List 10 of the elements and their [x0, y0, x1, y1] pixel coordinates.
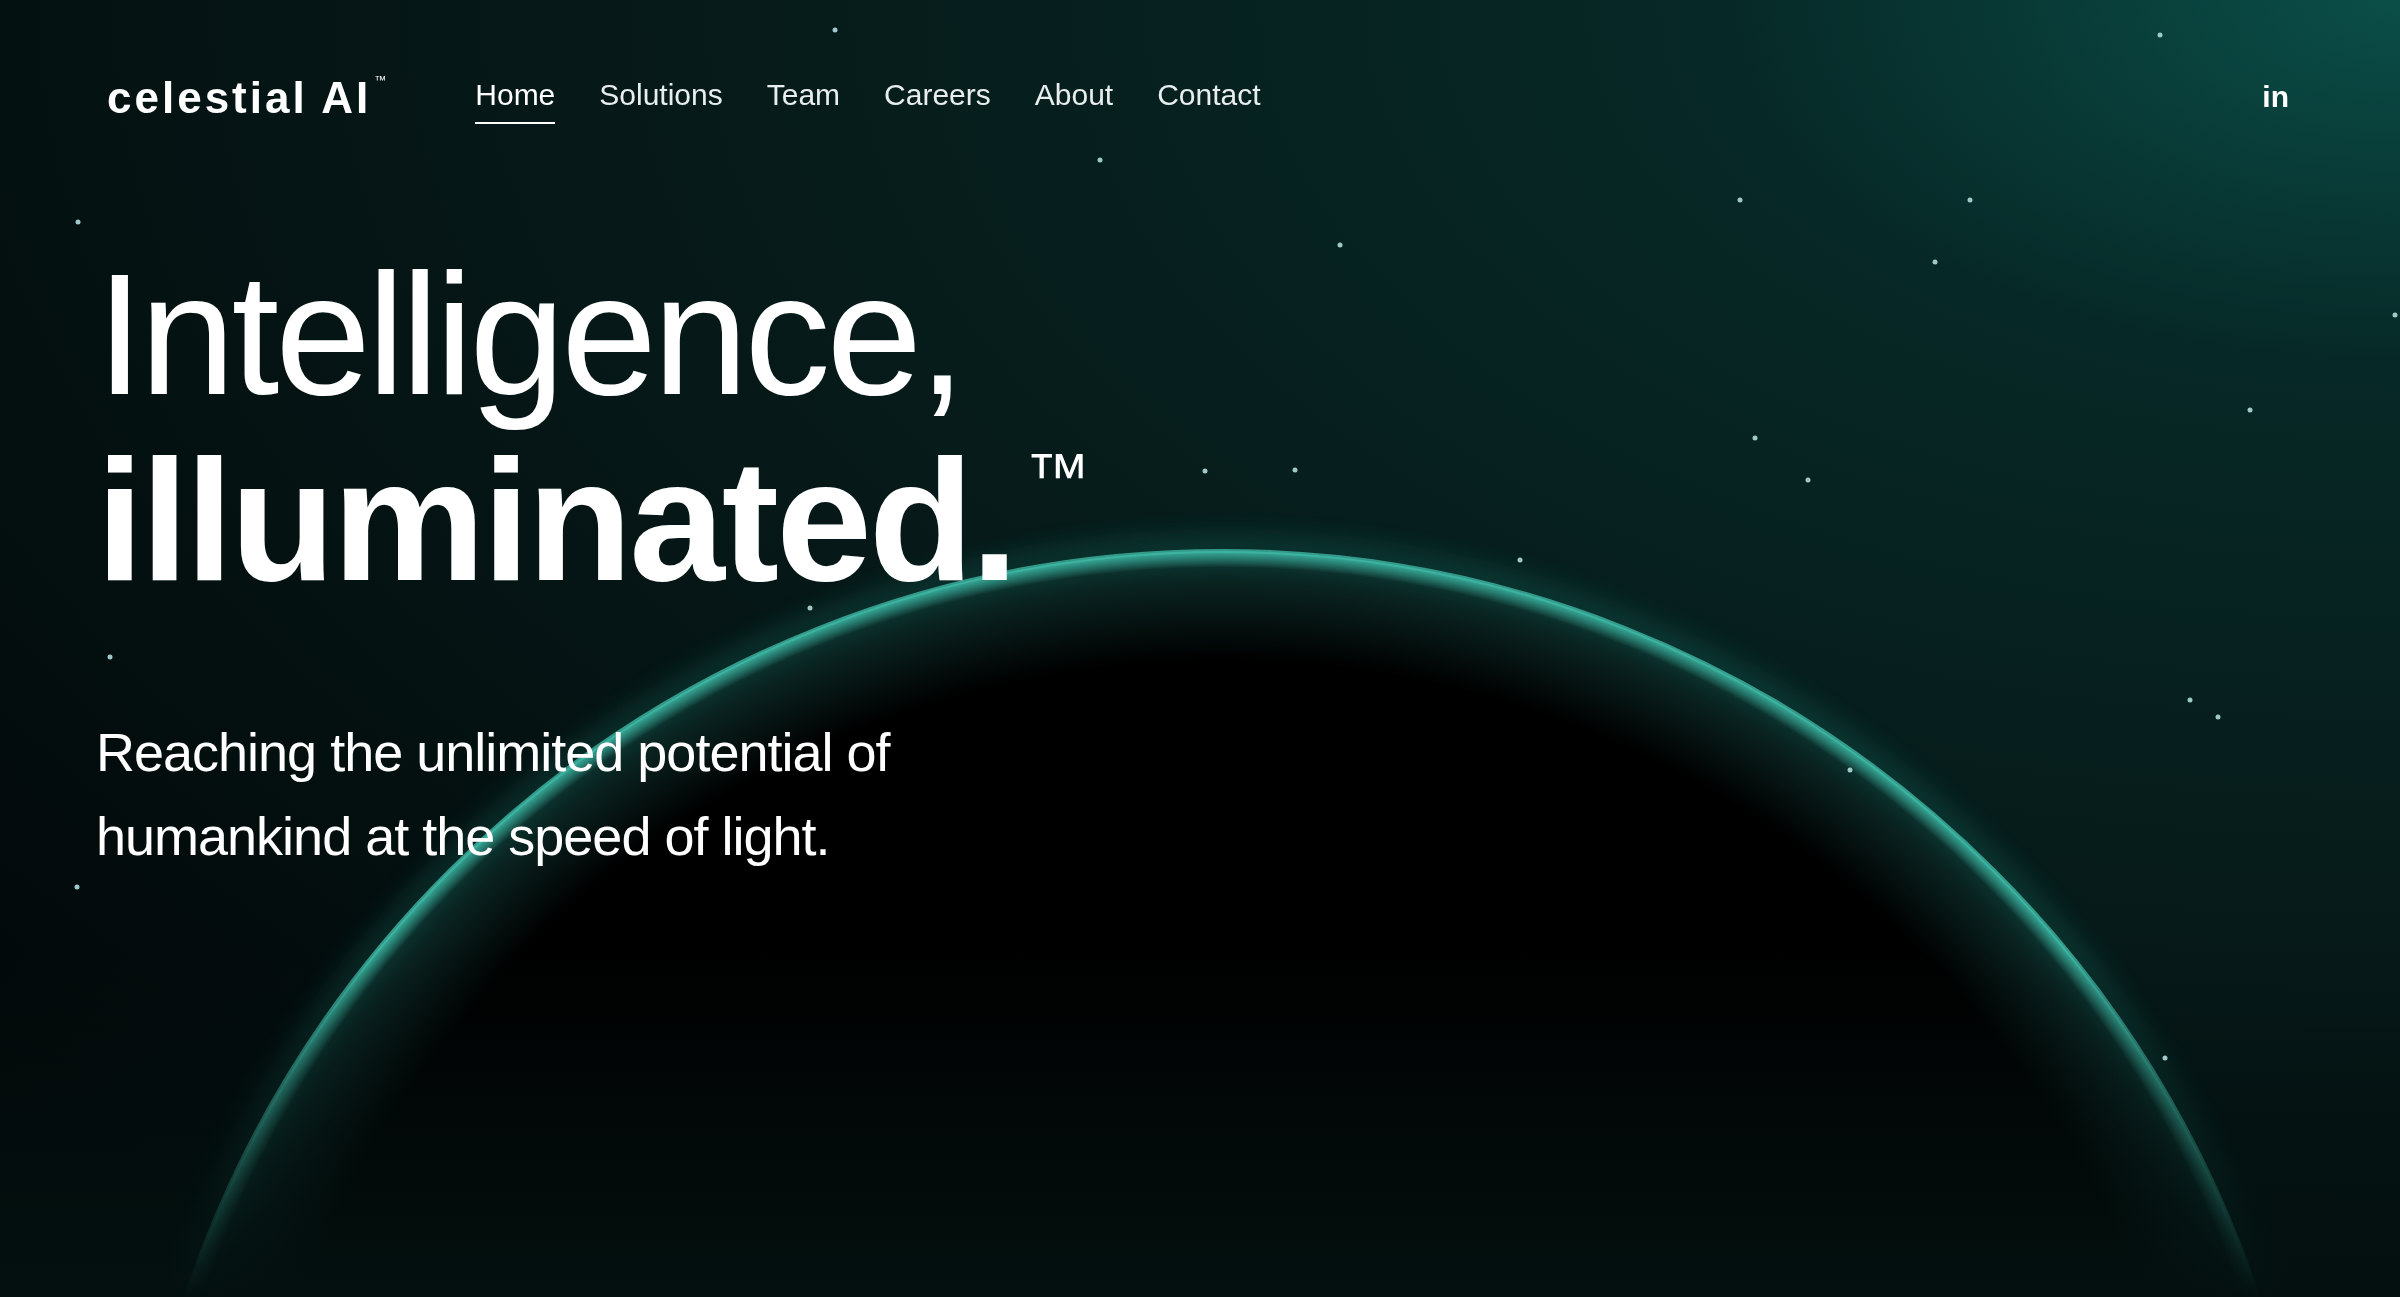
- nav-link[interactable]: Careers: [884, 72, 991, 124]
- nav-link[interactable]: Home: [475, 72, 556, 124]
- nav-link[interactable]: About: [1034, 72, 1114, 124]
- trademark-mark: ™: [1025, 441, 1090, 511]
- hero-headline: Intelligence,: [96, 242, 963, 428]
- logo[interactable]: celestial AI™: [107, 73, 390, 123]
- linkedin-link[interactable]: in: [2258, 76, 2293, 120]
- nav-link[interactable]: Team: [766, 72, 841, 124]
- nav-link[interactable]: Contact: [1157, 72, 1261, 124]
- nav-link[interactable]: Solutions: [599, 72, 723, 124]
